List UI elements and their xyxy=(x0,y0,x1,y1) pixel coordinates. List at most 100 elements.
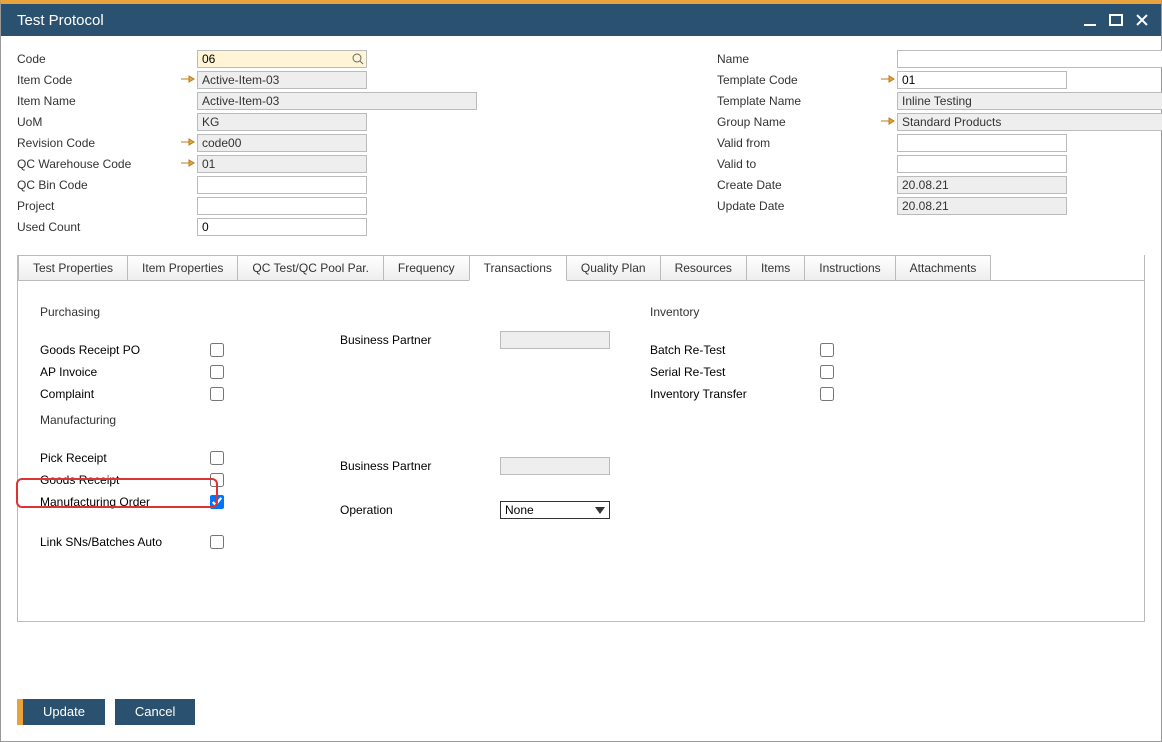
window-title: Test Protocol xyxy=(17,12,104,29)
used-count-input[interactable] xyxy=(197,218,367,236)
pickreceipt-label: Pick Receipt xyxy=(40,451,200,465)
window: Test Protocol Code Item Code xyxy=(0,0,1162,742)
tabstrip: Test Properties Item Properties QC Test/… xyxy=(18,255,1144,281)
tplcode-label: Template Code xyxy=(717,73,897,87)
batchretest-checkbox[interactable] xyxy=(820,343,834,357)
invtransfer-label: Inventory Transfer xyxy=(650,387,810,401)
serialretest-label: Serial Re-Test xyxy=(650,365,810,379)
operation-value: None xyxy=(505,503,534,517)
complaint-label: Complaint xyxy=(40,387,200,401)
tab-quality-plan[interactable]: Quality Plan xyxy=(566,255,661,280)
tab-panel-transactions: Purchasing Goods Receipt PO AP Invoice C… xyxy=(18,281,1144,621)
qcwh-label: QC Warehouse Code xyxy=(17,157,197,171)
apinv-checkbox[interactable] xyxy=(210,365,224,379)
middle-section: Business Partner Business Partner Operat… xyxy=(340,299,640,553)
arrow-icon xyxy=(179,155,195,171)
cancel-button[interactable]: Cancel xyxy=(115,699,195,725)
goodsreceipt-checkbox[interactable] xyxy=(210,473,224,487)
uom-label: UoM xyxy=(17,115,197,129)
tab-item-properties[interactable]: Item Properties xyxy=(127,255,238,280)
update-button[interactable]: Update xyxy=(23,699,105,725)
goodsreceipt-label: Goods Receipt xyxy=(40,473,200,487)
grpo-checkbox[interactable] xyxy=(210,343,224,357)
group-field: Standard Products xyxy=(897,113,1162,131)
tab-qc-test-pool[interactable]: QC Test/QC Pool Par. xyxy=(237,255,384,280)
morder-checkbox[interactable] xyxy=(210,495,224,509)
tab-items[interactable]: Items xyxy=(746,255,805,280)
maximize-button[interactable] xyxy=(1107,11,1125,29)
bp1-label: Business Partner xyxy=(340,333,500,347)
arrow-icon xyxy=(179,71,195,87)
qcbin-label: QC Bin Code xyxy=(17,178,197,192)
arrow-icon xyxy=(879,71,895,87)
manufacturing-title: Manufacturing xyxy=(40,413,340,427)
footer: Update Cancel xyxy=(17,699,195,725)
titlebar: Test Protocol xyxy=(1,4,1161,36)
tplname-field: Inline Testing xyxy=(897,92,1162,110)
name-input[interactable] xyxy=(897,50,1162,68)
bp2-label: Business Partner xyxy=(340,459,500,473)
tplcode-input[interactable] xyxy=(897,71,1067,89)
minimize-button[interactable] xyxy=(1081,11,1099,29)
tab-instructions[interactable]: Instructions xyxy=(804,255,895,280)
project-input[interactable] xyxy=(197,197,367,215)
qcbin-input[interactable] xyxy=(197,176,367,194)
create-field: 20.08.21 xyxy=(897,176,1067,194)
tab-frequency[interactable]: Frequency xyxy=(383,255,470,280)
bp2-field[interactable] xyxy=(500,457,610,475)
bp1-field[interactable] xyxy=(500,331,610,349)
item-name-label: Item Name xyxy=(17,94,197,108)
lookup-icon[interactable] xyxy=(351,52,365,66)
tab-attachments[interactable]: Attachments xyxy=(895,255,992,280)
tab-transactions[interactable]: Transactions xyxy=(469,255,567,281)
content: Code Item Code Active-Item-03 Item Name … xyxy=(1,36,1161,634)
batchretest-label: Batch Re-Test xyxy=(650,343,810,357)
serialretest-checkbox[interactable] xyxy=(820,365,834,379)
qcwh-field: 01 xyxy=(197,155,367,173)
form-area: Code Item Code Active-Item-03 Item Name … xyxy=(17,48,1145,237)
validfrom-input[interactable] xyxy=(897,134,1067,152)
item-code-label: Item Code xyxy=(17,73,197,87)
create-label: Create Date xyxy=(717,178,897,192)
pickreceipt-checkbox[interactable] xyxy=(210,451,224,465)
complaint-checkbox[interactable] xyxy=(210,387,224,401)
group-label: Group Name xyxy=(717,115,897,129)
update-label: Update Date xyxy=(717,199,897,213)
window-controls xyxy=(1081,11,1151,29)
inventory-title: Inventory xyxy=(650,305,950,319)
code-label: Code xyxy=(17,52,197,66)
tplname-label: Template Name xyxy=(717,94,897,108)
link-label: Link SNs/Batches Auto xyxy=(40,535,200,549)
validto-label: Valid to xyxy=(717,157,897,171)
code-input[interactable] xyxy=(197,50,367,68)
tab-resources[interactable]: Resources xyxy=(660,255,747,280)
close-button[interactable] xyxy=(1133,11,1151,29)
arrow-icon xyxy=(879,113,895,129)
operation-label: Operation xyxy=(340,503,500,517)
invtransfer-checkbox[interactable] xyxy=(820,387,834,401)
name-label: Name xyxy=(717,52,897,66)
revision-label: Revision Code xyxy=(17,136,197,150)
arrow-icon xyxy=(179,134,195,150)
revision-field: code00 xyxy=(197,134,367,152)
item-name-field: Active-Item-03 xyxy=(197,92,477,110)
right-column: Name Template Code Template Name Inline … xyxy=(717,48,1162,237)
validfrom-label: Valid from xyxy=(717,136,897,150)
item-code-field: Active-Item-03 xyxy=(197,71,367,89)
validto-input[interactable] xyxy=(897,155,1067,173)
update-field: 20.08.21 xyxy=(897,197,1067,215)
uom-field: KG xyxy=(197,113,367,131)
operation-select[interactable]: None xyxy=(500,501,610,519)
left-column: Code Item Code Active-Item-03 Item Name … xyxy=(17,48,477,237)
link-checkbox[interactable] xyxy=(210,535,224,549)
tab-test-properties[interactable]: Test Properties xyxy=(18,255,128,280)
caret-down-icon xyxy=(595,507,605,514)
morder-label: Manufacturing Order xyxy=(40,495,200,509)
apinv-label: AP Invoice xyxy=(40,365,200,379)
used-label: Used Count xyxy=(17,220,197,234)
purchasing-title: Purchasing xyxy=(40,305,340,319)
project-label: Project xyxy=(17,199,197,213)
tabs-container: Test Properties Item Properties QC Test/… xyxy=(17,255,1145,622)
purchasing-section: Purchasing Goods Receipt PO AP Invoice C… xyxy=(40,299,340,553)
grpo-label: Goods Receipt PO xyxy=(40,343,200,357)
